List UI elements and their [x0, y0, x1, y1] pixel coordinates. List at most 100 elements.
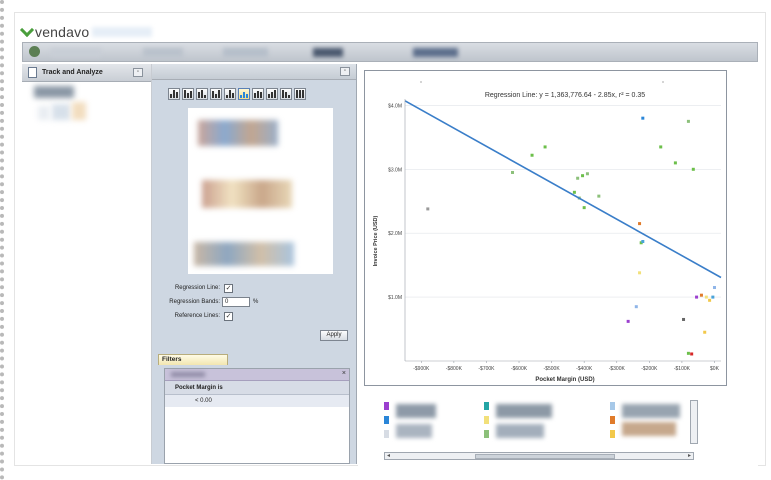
scatter-point[interactable] — [686, 351, 690, 355]
reference-lines-label: Reference Lines: — [174, 313, 220, 319]
scatter-point[interactable] — [626, 319, 630, 323]
x-tick-label: -$400K — [576, 366, 593, 372]
legend-horizontal-scrollbar[interactable]: ◂ ▸ — [384, 452, 694, 460]
redacted-series-item[interactable] — [198, 120, 278, 146]
reference-lines-checkbox[interactable]: ✓ — [224, 312, 233, 321]
legend-swatch — [610, 430, 615, 438]
scatter-point[interactable] — [426, 207, 430, 211]
scatter-point[interactable] — [634, 305, 638, 309]
scatter-point[interactable] — [543, 145, 547, 149]
column-chart-icon[interactable] — [196, 88, 208, 100]
scatter-point[interactable] — [691, 167, 695, 171]
scatter-point[interactable] — [641, 116, 645, 120]
redacted-legend-item[interactable] — [496, 404, 552, 418]
redacted-legend-item[interactable] — [396, 404, 436, 418]
document-icon — [28, 67, 37, 78]
track-analyze-panel: Track and Analyze ▫ — [22, 64, 152, 464]
regression-bands-label: Regression Bands: — [169, 299, 220, 305]
settings-header: ▫ — [152, 64, 356, 80]
filter-criteria-value[interactable]: < 0.00 — [165, 395, 349, 407]
apply-button[interactable]: Apply — [320, 330, 348, 341]
filter-group-header: × — [165, 369, 349, 381]
scatter-point[interactable] — [682, 317, 686, 321]
close-icon[interactable]: × — [342, 370, 346, 377]
scatter-point[interactable] — [699, 293, 703, 297]
chart-points — [426, 116, 716, 356]
redacted-legend-item[interactable] — [496, 424, 544, 438]
y-tick-label: $1.0M — [388, 295, 402, 301]
redacted-legend-item[interactable] — [622, 422, 676, 436]
regression-bands-input[interactable]: 0 — [222, 297, 250, 307]
legend-swatch — [384, 430, 389, 438]
scatter-point[interactable] — [686, 119, 690, 123]
filters-box: × Pocket Margin is < 0.00 — [164, 368, 350, 464]
scatter-point[interactable] — [695, 295, 699, 299]
scatter-chart-icon[interactable] — [238, 88, 250, 100]
redacted-menu-item[interactable] — [313, 48, 343, 57]
scatter-point[interactable] — [638, 222, 642, 226]
scroll-right-icon[interactable]: ▸ — [688, 453, 691, 459]
x-tick-label: -$600K — [511, 366, 528, 372]
redacted-menu-item[interactable] — [143, 48, 183, 57]
y-tick-label: $2.0M — [388, 231, 402, 237]
legend-swatch — [610, 416, 615, 424]
x-axis-label: Pocket Margin (USD) — [535, 377, 594, 383]
redacted-series-item[interactable] — [202, 180, 292, 208]
redacted-nav-item[interactable] — [38, 106, 50, 120]
redacted-nav-item[interactable] — [34, 86, 74, 98]
scatter-point[interactable] — [638, 271, 642, 275]
home-icon[interactable] — [29, 46, 40, 57]
scatter-point[interactable] — [585, 172, 589, 176]
scatter-point[interactable] — [641, 240, 645, 244]
scatter-point[interactable] — [659, 145, 663, 149]
grouped-bar-icon[interactable] — [210, 88, 222, 100]
redacted-nav-item[interactable] — [52, 104, 70, 120]
filter-criteria-label: Pocket Margin is — [165, 381, 349, 395]
redacted-series-item[interactable] — [194, 242, 294, 266]
scatter-point[interactable] — [673, 161, 677, 165]
scatter-point[interactable] — [712, 286, 716, 290]
scatter-point[interactable] — [711, 295, 715, 299]
regression-line — [404, 100, 722, 279]
x-tick-label: -$300K — [609, 366, 626, 372]
waterfall-chart-icon[interactable] — [280, 88, 292, 100]
scatter-point[interactable] — [582, 206, 586, 210]
scatter-point[interactable] — [572, 190, 576, 194]
redacted-legend-item[interactable] — [396, 424, 432, 438]
legend-swatch — [384, 402, 389, 410]
legend-swatch — [610, 402, 615, 410]
scatter-point[interactable] — [581, 174, 585, 178]
scatter-point[interactable] — [597, 194, 601, 198]
scrollbar-thumb[interactable] — [475, 454, 615, 459]
regression-line-checkbox[interactable]: ✓ — [224, 284, 233, 293]
area-chart-icon[interactable] — [266, 88, 278, 100]
scatter-point[interactable] — [708, 298, 712, 302]
scatter-point[interactable] — [703, 330, 707, 334]
scatter-point[interactable] — [690, 352, 694, 356]
scatter-point[interactable] — [511, 170, 515, 174]
line-chart-icon[interactable] — [252, 88, 264, 100]
legend-swatch — [484, 402, 489, 410]
filters-tab[interactable]: Filters — [158, 354, 228, 365]
redacted-nav-item[interactable] — [72, 102, 86, 120]
scatter-point[interactable] — [576, 176, 580, 180]
redacted-menu-item[interactable] — [51, 48, 101, 57]
app-logo: vendavo — [19, 22, 153, 40]
legend-swatch — [384, 416, 389, 424]
bar-chart-icon[interactable] — [168, 88, 180, 100]
redacted-menu-item[interactable] — [413, 48, 458, 57]
redacted-menu-item[interactable] — [223, 48, 268, 57]
collapse-icon[interactable]: ▫ — [133, 68, 143, 77]
collapse-icon[interactable]: ▫ — [340, 67, 350, 76]
x-tick-label: -$500K — [544, 366, 561, 372]
scatter-point[interactable] — [530, 153, 534, 157]
table-view-icon[interactable] — [294, 88, 306, 100]
stacked-bar-icon[interactable] — [182, 88, 194, 100]
scatter-point[interactable] — [704, 295, 708, 299]
scroll-left-icon[interactable]: ◂ — [387, 453, 390, 459]
chart-grid — [405, 105, 721, 298]
histogram-icon[interactable] — [224, 88, 236, 100]
redacted-legend-item[interactable] — [622, 404, 680, 418]
series-preview-list — [188, 108, 333, 274]
legend-vertical-scrollbar[interactable] — [690, 400, 698, 444]
